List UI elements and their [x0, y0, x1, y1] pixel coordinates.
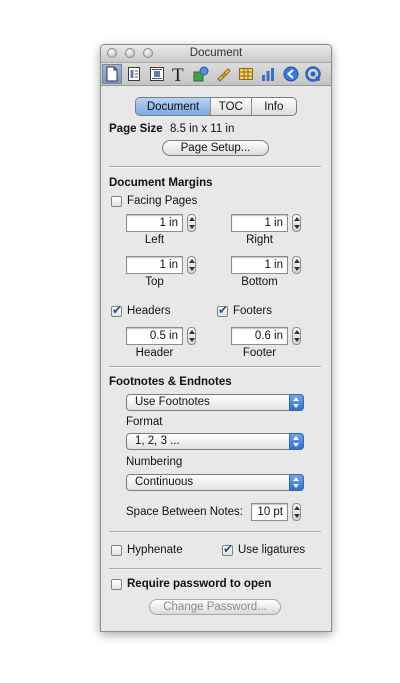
text-inspector-icon[interactable]: T	[169, 64, 189, 84]
numbering-label: Numbering	[126, 456, 183, 468]
popup-arrows-icon	[289, 474, 304, 491]
headers-label: Headers	[127, 305, 171, 317]
popup-arrows-icon	[289, 433, 304, 450]
numbering-popup[interactable]: Continuous	[126, 474, 304, 491]
facing-pages-checkbox[interactable]	[111, 196, 122, 207]
left-margin-stepper[interactable]	[187, 214, 196, 232]
window-title: Document	[189, 47, 243, 59]
page-size-label: Page Size	[109, 123, 163, 135]
title-bar[interactable]: Document	[101, 45, 331, 63]
header-margin-stepper[interactable]	[187, 327, 196, 345]
inspector-toolbar: T	[101, 63, 331, 86]
hyperlink-inspector-icon[interactable]	[281, 64, 301, 84]
document-inspector-icon[interactable]	[102, 64, 122, 84]
use-ligatures-checkbox[interactable]	[222, 542, 233, 556]
space-between-notes-field[interactable]: 10 pt	[251, 503, 288, 521]
top-margin-stepper[interactable]	[187, 256, 196, 274]
bottom-margin-field[interactable]: 1 in	[231, 256, 288, 274]
left-margin-label: Left	[144, 234, 165, 246]
separator	[109, 568, 321, 570]
header-margin-field[interactable]: 0.5 in	[126, 327, 183, 345]
separator	[109, 366, 321, 368]
use-ligatures-label: Use ligatures	[238, 544, 306, 556]
separator	[109, 531, 321, 533]
facing-pages-label: Facing Pages	[127, 195, 198, 207]
right-margin-stepper[interactable]	[292, 214, 301, 232]
bottom-margin-stepper[interactable]	[292, 256, 301, 274]
top-margin-field[interactable]: 1 in	[126, 256, 183, 274]
right-margin-label: Right	[246, 234, 273, 246]
hyphenate-checkbox[interactable]	[111, 545, 122, 556]
footnote-type-value: Use Footnotes	[135, 396, 210, 408]
space-between-notes-stepper[interactable]	[292, 503, 301, 521]
popup-arrows-icon	[289, 394, 304, 411]
document-margins-heading: Document Margins	[109, 177, 213, 189]
table-inspector-icon[interactable]	[236, 64, 256, 84]
page-size-value: 8.5 in x 11 in	[170, 123, 235, 135]
require-password-label: Require password to open	[127, 578, 272, 590]
footnote-type-popup[interactable]: Use Footnotes	[126, 394, 304, 411]
numbering-value: Continuous	[135, 476, 194, 488]
document-inspector-window: Document T Document TOC Info Page Size 8…	[100, 44, 332, 632]
left-margin-field[interactable]: 1 in	[126, 214, 183, 232]
chart-inspector-icon[interactable]	[258, 64, 278, 84]
quicktime-inspector-icon[interactable]	[303, 64, 323, 84]
top-margin-label: Top	[145, 276, 164, 288]
space-between-notes-label: Space Between Notes:	[126, 506, 243, 518]
format-popup[interactable]: 1, 2, 3 ...	[126, 433, 304, 450]
tab-toc[interactable]: TOC	[211, 98, 252, 115]
wrap-inspector-icon[interactable]	[147, 64, 167, 84]
tab-document[interactable]: Document	[136, 98, 212, 115]
header-margin-label: Header	[135, 347, 174, 359]
footers-label: Footers	[233, 305, 272, 317]
require-password-checkbox[interactable]	[111, 579, 122, 590]
tab-info[interactable]: Info	[252, 98, 296, 115]
headers-checkbox[interactable]	[111, 303, 122, 317]
graphic-inspector-icon[interactable]	[191, 64, 211, 84]
bottom-margin-label: Bottom	[241, 276, 278, 288]
format-label: Format	[126, 416, 163, 428]
footer-margin-field[interactable]: 0.6 in	[231, 327, 288, 345]
page-setup-button[interactable]: Page Setup...	[162, 140, 269, 156]
svg-text:T: T	[172, 65, 184, 83]
hyphenate-label: Hyphenate	[127, 544, 183, 556]
footers-checkbox[interactable]	[217, 303, 228, 317]
change-password-button[interactable]: Change Password...	[149, 599, 281, 615]
separator	[109, 166, 321, 168]
metrics-inspector-icon[interactable]	[214, 64, 234, 84]
format-value: 1, 2, 3 ...	[135, 435, 180, 447]
footer-margin-stepper[interactable]	[292, 327, 301, 345]
layout-inspector-icon[interactable]	[124, 64, 144, 84]
right-margin-field[interactable]: 1 in	[231, 214, 288, 232]
footer-margin-label: Footer	[242, 347, 277, 359]
footnotes-heading: Footnotes & Endnotes	[109, 376, 232, 388]
inspector-tabs: Document TOC Info	[135, 97, 297, 116]
